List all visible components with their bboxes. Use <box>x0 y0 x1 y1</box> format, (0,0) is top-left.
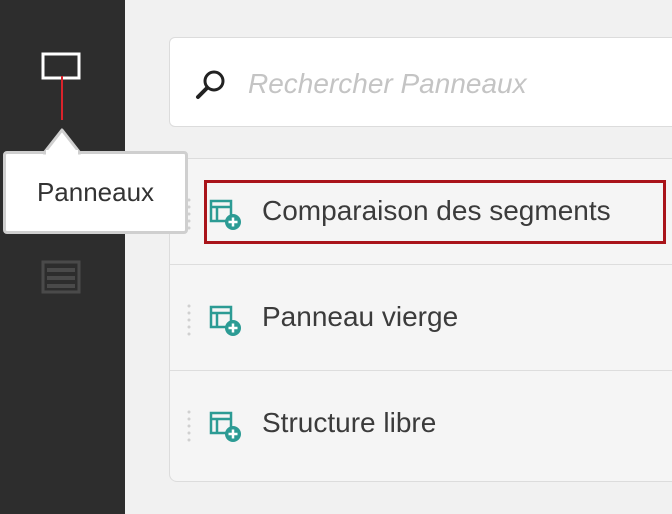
tooltip: Panneaux <box>3 151 188 234</box>
freeform-table-icon[interactable] <box>37 258 85 298</box>
drag-handle-icon[interactable] <box>186 409 192 443</box>
panel-label: Structure libre <box>262 407 437 438</box>
search-icon <box>196 70 225 99</box>
tooltip-label: Panneaux <box>36 177 155 207</box>
panel-list: Comparaison des segments Panneau vierge <box>169 158 672 482</box>
panel-item-freeform[interactable]: Structure libre <box>170 371 672 477</box>
search-box[interactable] <box>169 37 672 127</box>
annotation-line <box>61 76 63 120</box>
add-panel-icon <box>209 199 241 230</box>
drag-handle-icon[interactable] <box>186 303 192 337</box>
add-panel-icon <box>209 411 241 442</box>
panel-label: Panneau vierge <box>262 301 459 332</box>
left-rail <box>0 0 125 514</box>
panel-item-blank-panel[interactable]: Panneau vierge <box>170 265 672 371</box>
panel-item-segment-comparison[interactable]: Comparaison des segments <box>170 159 672 265</box>
search-input[interactable] <box>246 61 670 107</box>
panel-label: Comparaison des segments <box>262 195 611 226</box>
add-panel-icon <box>209 305 241 336</box>
tooltip-arrow <box>42 128 82 163</box>
